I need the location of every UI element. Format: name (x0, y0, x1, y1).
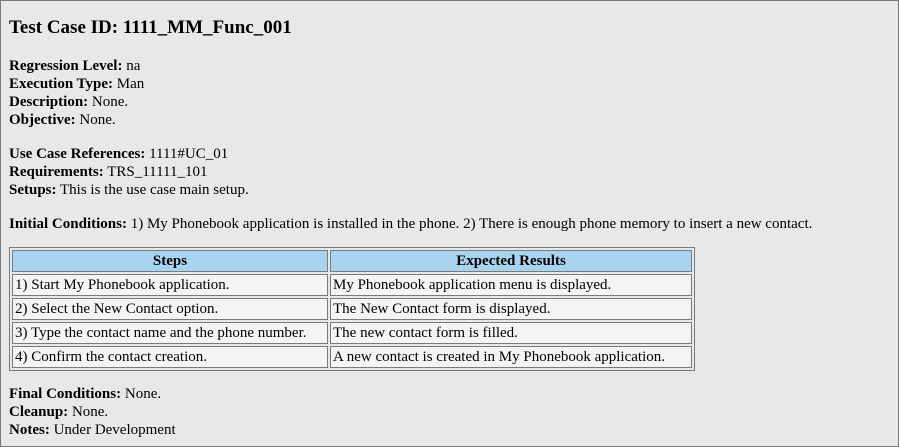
objective-value: None. (79, 112, 116, 128)
expected-results-column-header: Expected Results (330, 250, 692, 272)
cleanup-label: Cleanup: (9, 404, 69, 420)
step-cell: 4) Confirm the contact creation. (12, 346, 328, 368)
steps-table: Steps Expected Results 1) Start My Phone… (9, 247, 695, 371)
final-conditions-label: Final Conditions: (9, 386, 122, 402)
table-row: 4) Confirm the contact creation. A new c… (12, 346, 692, 368)
expected-result-cell: A new contact is created in My Phonebook… (330, 346, 692, 368)
execution-type-value: Man (116, 76, 145, 92)
page-title: Test Case ID: 1111_MM_Func_001 (9, 17, 292, 38)
setups-label: Setups: (9, 182, 57, 198)
steps-column-header: Steps (12, 250, 328, 272)
step-cell: 2) Select the New Contact option. (12, 298, 328, 320)
initial-conditions-group: Initial Conditions: 1) My Phonebook appl… (9, 215, 889, 233)
closing-group: Final Conditions: None. Cleanup: None. N… (9, 385, 889, 439)
step-cell: 1) Start My Phonebook application. (12, 274, 328, 296)
use-case-references-field: Use Case References: 1111#UC_01 (9, 145, 889, 163)
initial-conditions-label: Initial Conditions: (9, 216, 127, 232)
cleanup-field: Cleanup: None. (9, 403, 889, 421)
regression-level-label: Regression Level: (9, 58, 123, 74)
requirements-label: Requirements: (9, 164, 104, 180)
notes-field: Notes: Under Development (9, 421, 889, 439)
requirements-value: TRS_11111_101 (107, 164, 208, 180)
description-field: Description: None. (9, 93, 889, 111)
initial-conditions-field: Initial Conditions: 1) My Phonebook appl… (9, 215, 889, 233)
execution-type-field: Execution Type: Man (9, 75, 889, 93)
use-case-references-label: Use Case References: (9, 146, 146, 162)
objective-label: Objective: (9, 112, 76, 128)
metadata-group: Regression Level: na Execution Type: Man… (9, 57, 889, 129)
cleanup-value: None. (71, 404, 109, 420)
requirements-field: Requirements: TRS_11111_101 (9, 163, 889, 181)
objective-field: Objective: None. (9, 111, 889, 129)
final-conditions-value: None. (124, 386, 162, 402)
expected-result-cell: The New Contact form is displayed. (330, 298, 692, 320)
expected-result-cell: My Phonebook application menu is display… (330, 274, 692, 296)
description-value: None. (91, 94, 129, 110)
references-group: Use Case References: 1111#UC_01 Requirem… (9, 145, 889, 199)
regression-level-value: na (126, 58, 141, 74)
description-label: Description: (9, 94, 89, 110)
use-case-references-value: 1111#UC_01 (149, 146, 229, 162)
notes-value: Under Development (53, 422, 176, 438)
regression-level-field: Regression Level: na (9, 57, 889, 75)
execution-type-label: Execution Type: (9, 76, 114, 92)
expected-result-cell: The new contact form is filled. (330, 322, 692, 344)
table-row: 2) Select the New Contact option. The Ne… (12, 298, 692, 320)
setups-field: Setups: This is the use case main setup. (9, 181, 889, 199)
notes-label: Notes: (9, 422, 50, 438)
table-row: 1) Start My Phonebook application. My Ph… (12, 274, 692, 296)
table-row: 3) Type the contact name and the phone n… (12, 322, 692, 344)
table-header-row: Steps Expected Results (12, 250, 692, 272)
test-case-content: Test Case ID: 1111_MM_Func_001 Regressio… (9, 15, 889, 439)
document-frame: Test Case ID: 1111_MM_Func_001 Regressio… (0, 0, 899, 447)
final-conditions-field: Final Conditions: None. (9, 385, 889, 403)
step-cell: 3) Type the contact name and the phone n… (12, 322, 328, 344)
initial-conditions-value: 1) My Phonebook application is installed… (130, 216, 813, 232)
setups-value: This is the use case main setup. (60, 182, 249, 198)
